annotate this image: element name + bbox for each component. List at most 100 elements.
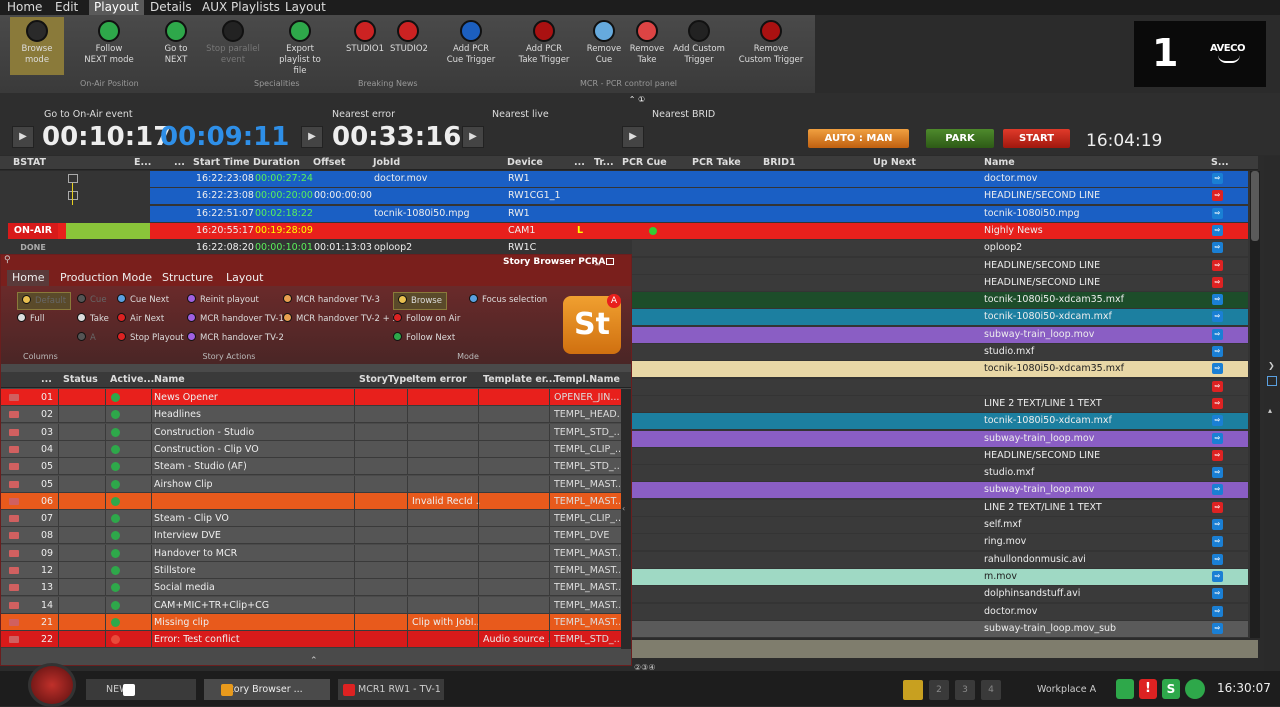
row-type-icon[interactable]: ⇨ [1212, 432, 1223, 444]
story-row[interactable]: 09 Handover to MCR TEMPL_MAST... [1, 544, 621, 562]
row-type-icon[interactable]: ⇨ [1212, 553, 1223, 565]
follow-next-option[interactable]: Follow Next [393, 332, 455, 344]
stories-column-header[interactable]: Status [63, 372, 98, 388]
grid-column-header[interactable]: Offset [313, 156, 345, 170]
collapse-ribbon-icon[interactable]: ⌃ ① [626, 95, 648, 105]
grid-column-header[interactable]: ... [174, 156, 185, 170]
story-row[interactable]: 02NEXTHeadlinesTEMPL_HEAD... [1, 406, 621, 424]
ribbon-button-10[interactable]: Remove Take [627, 17, 667, 66]
default-column-option[interactable]: Default [17, 292, 72, 310]
pin-icon[interactable]: ⚲ [4, 255, 11, 265]
row-type-icon[interactable]: ⇨ [1212, 467, 1223, 479]
mcr-handover-tv23-action[interactable]: MCR handover TV-2 + 3 [283, 313, 398, 325]
row-type-icon[interactable]: ⇨ [1212, 224, 1223, 236]
ribbon-button-5[interactable]: STUDIO1 [345, 17, 385, 55]
playlist-row[interactable]: 16:22:51:07 00:02:18:22 tocnik-1080i50.mpg… [0, 205, 1248, 222]
row-type-icon[interactable]: ⇨ [1212, 173, 1223, 184]
workplace-page-4[interactable]: 4 [981, 680, 1001, 700]
full-column-option[interactable]: Full [17, 313, 45, 325]
auto-man-button[interactable]: AUTO : MAN [808, 129, 909, 148]
side-arrow-up-icon[interactable]: ▴ [1268, 406, 1272, 415]
story-row[interactable]: 01ON-AIRNews OpenerOPENER_JIN... [1, 389, 621, 406]
grid-column-header[interactable]: Start Time [193, 156, 249, 170]
ribbon-button-8[interactable]: Add PCR Take Trigger [518, 17, 570, 66]
row-type-icon[interactable]: ⇨ [1212, 501, 1223, 513]
grid-column-header[interactable]: Duration [253, 156, 300, 170]
row-type-icon[interactable]: ⇨ [1212, 449, 1223, 461]
menu-edit[interactable]: Edit [50, 0, 83, 15]
row-type-icon[interactable]: ⇨ [1212, 242, 1223, 254]
stories-column-header[interactable]: Templ.Name [554, 372, 620, 388]
ribbon-button-2[interactable]: Go to NEXT [153, 17, 199, 66]
stories-column-header[interactable]: Item error [412, 372, 467, 388]
ribbon-button-3[interactable]: Stop parallel event [206, 17, 260, 66]
cue-action[interactable]: Cue [77, 294, 107, 306]
story-row[interactable]: 04 Construction - Clip VO TEMPL_CLIP_... [1, 440, 621, 458]
cue-next-action[interactable]: Cue Next [117, 294, 169, 306]
grid-column-header[interactable]: Name [984, 156, 1015, 170]
story-row[interactable]: 22 Error: Test conflict Audio source ... TE… [1, 631, 621, 649]
stories-column-header[interactable]: Name [154, 372, 185, 388]
row-type-icon[interactable]: ⇨ [1212, 380, 1223, 392]
side-panel-icon[interactable] [1267, 376, 1277, 386]
story-tab-home[interactable]: Home [7, 270, 50, 286]
stories-column-header[interactable]: Active... [110, 372, 154, 388]
story-tab-production-mode[interactable]: Production Mode [55, 270, 157, 286]
row-type-icon[interactable]: ⇨ [1212, 588, 1223, 600]
side-arrow-icon[interactable]: ❯ [1268, 361, 1275, 370]
scrollbar-thumb[interactable] [1251, 171, 1259, 241]
stories-column-header[interactable]: Template er... [483, 372, 556, 388]
row-type-icon[interactable]: ⇨ [1212, 415, 1223, 427]
grid-column-header[interactable]: BSTAT [13, 156, 46, 170]
reinit-playout-action[interactable]: Reinit playout [187, 294, 259, 306]
menu-aux-playlists[interactable]: AUX Playlists [197, 0, 285, 15]
menu-details[interactable]: Details [145, 0, 197, 15]
chat-icon[interactable] [1185, 679, 1205, 699]
story-browser-titlebar[interactable]: Story Browser PCRA _ ⚲ [1, 255, 631, 270]
alert-icon[interactable]: ! [1139, 679, 1157, 699]
ribbon-button-1[interactable]: Follow NEXT mode [84, 17, 134, 66]
stories-column-header[interactable]: ... [41, 372, 52, 388]
air-next-action[interactable]: Air Next [117, 313, 164, 325]
grid-column-header[interactable]: JobId [373, 156, 400, 170]
ribbon-button-9[interactable]: Remove Cue [584, 17, 624, 66]
grid-column-header[interactable]: Device [507, 156, 543, 170]
ribbon-button-11[interactable]: Add Custom Trigger [672, 17, 726, 66]
server-status-icon[interactable]: S [1162, 679, 1180, 699]
ribbon-button-12[interactable]: Remove Custom Trigger [738, 17, 804, 66]
row-type-icon[interactable]: ⇨ [1212, 276, 1223, 288]
story-row[interactable]: 03 Construction - Studio TEMPL_STD_... [1, 423, 621, 441]
story-tab-layout[interactable]: Layout [221, 270, 268, 286]
network-status-icon[interactable] [1116, 679, 1134, 699]
row-type-icon[interactable]: ⇨ [1212, 328, 1223, 340]
goto-nearest-brid-button[interactable]: ▶ [622, 126, 644, 148]
expand-up-icon[interactable]: ⌃ [310, 656, 318, 666]
mcr-handover-tv2-action[interactable]: MCR handover TV-2 [187, 332, 284, 344]
ribbon-button-4[interactable]: Export playlist to file [272, 17, 328, 77]
grid-column-header[interactable]: ... [574, 156, 585, 170]
ribbon-button-7[interactable]: Add PCR Cue Trigger [446, 17, 496, 66]
browse-mode-option[interactable]: Browse [393, 292, 447, 310]
row-type-icon[interactable]: ⇨ [1212, 207, 1223, 219]
story-row[interactable]: 05 Airshow Clip TEMPL_MAST... [1, 475, 621, 493]
story-row[interactable]: 06 Invalid RecId ... TEMPL_MAST... [1, 492, 621, 510]
stories-scrollbar[interactable]: ‹ [621, 389, 631, 649]
story-row[interactable]: 13 Social media TEMPL_MAST... [1, 579, 621, 597]
grid-column-header[interactable]: E... [134, 156, 151, 170]
minimize-icon[interactable]: _ [595, 255, 600, 266]
stop-playout-action[interactable]: Stop Playout [117, 332, 184, 344]
row-type-icon[interactable]: ⇨ [1212, 536, 1223, 548]
playlist-row[interactable]: 16:22:23:08 00:00:20:00 00:00:00:00 RW1CG1_… [0, 188, 1248, 205]
workplace-page-2[interactable]: 2 [929, 680, 949, 700]
grid-column-header[interactable]: Up Next [873, 156, 916, 170]
mcr-handover-tv3-action[interactable]: MCR handover TV-3 [283, 294, 380, 306]
row-type-icon[interactable]: ⇨ [1212, 622, 1223, 634]
playlist-row[interactable]: ON-AIR 16:20:55:17 00:19:28:09 CAM1 L Nighly … [0, 222, 1248, 239]
row-type-icon[interactable]: ⇨ [1212, 346, 1223, 357]
menu-home[interactable]: Home [2, 0, 47, 15]
menu-layout[interactable]: Layout [280, 0, 331, 15]
goto-nearest-error-button[interactable]: ▶ [301, 126, 323, 148]
row-type-icon[interactable]: ⇨ [1212, 363, 1223, 375]
playlist-scrollbar[interactable] [1250, 171, 1260, 638]
ribbon-button-6[interactable]: STUDIO2 [390, 17, 428, 55]
